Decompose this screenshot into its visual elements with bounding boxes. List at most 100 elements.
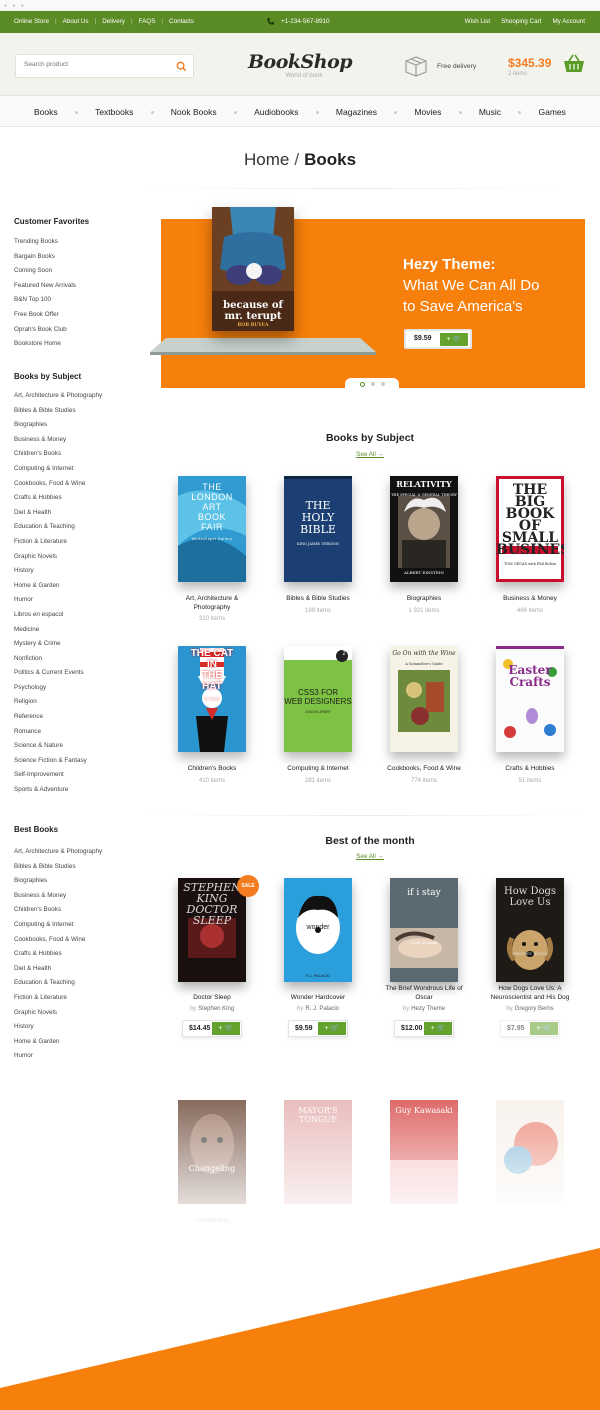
sidebar-link-subject[interactable]: Crafts & Hobbies xyxy=(14,494,144,509)
product-card[interactable]: wonder R.J. PALACIO Wonder Hardcover by R. J… xyxy=(268,878,368,1037)
author-name[interactable]: R. J. Palacio xyxy=(305,1006,339,1012)
slider-dot[interactable] xyxy=(380,382,385,386)
sidebar-link-subject[interactable]: Humor xyxy=(14,596,144,611)
sidebar-link-best[interactable]: Diet & Health xyxy=(14,965,144,980)
sidebar-link-subject[interactable]: Home & Garden xyxy=(14,582,144,597)
book-cover[interactable]: wonder R.J. PALACIO xyxy=(284,878,352,982)
subject-card[interactable]: CSS3 FOR WEB DESIGNERS A BOOK APART 2 Comput… xyxy=(268,646,368,784)
add-to-cart-button[interactable]: + 🛒 xyxy=(318,1022,346,1035)
subject-title[interactable]: Computing & Internet xyxy=(268,765,368,774)
sidebar-link-best[interactable]: Biographies xyxy=(14,877,144,892)
nav-textbooks[interactable]: Textbooks xyxy=(95,107,133,117)
top-link-online-store[interactable]: Online Store xyxy=(14,18,49,25)
book-cover[interactable]: THE CAT IN THE HAT Dr. Seuss xyxy=(178,646,246,752)
subject-card[interactable]: THE LONDON ART BOOK FAIR Whitechapel Gallery A… xyxy=(162,476,262,622)
sidebar-link-best[interactable]: Humor xyxy=(14,1052,144,1067)
slider-dot-active[interactable] xyxy=(359,381,365,387)
sidebar-link-best[interactable]: Graphic Novels xyxy=(14,1009,144,1024)
product-card[interactable]: STEPHEN KING DOCTOR SLEEP Doctor Sleep by Step… xyxy=(162,878,262,1037)
book-cover[interactable]: Go On with the Wine A Sommelier's Guide xyxy=(390,646,458,752)
subject-title[interactable]: Biographies xyxy=(374,595,474,604)
top-link-about[interactable]: About Us xyxy=(63,18,89,25)
subject-title[interactable]: Bibles & Bible Studies xyxy=(268,595,368,604)
book-cover[interactable]: CSS3 FOR WEB DESIGNERS A BOOK APART 2 xyxy=(284,646,352,752)
sidebar-link-favorites[interactable]: Free Book Offer xyxy=(14,311,144,326)
book-cover[interactable]: RELATIVITY THE SPECIAL & GENERAL THEORY AL… xyxy=(390,476,458,582)
sidebar-link-subject[interactable]: Reference xyxy=(14,713,144,728)
nav-music[interactable]: Music xyxy=(479,107,501,117)
sidebar-link-subject[interactable]: Romance xyxy=(14,728,144,743)
subject-title[interactable]: Business & Money xyxy=(480,595,580,604)
top-link-contacts[interactable]: Contacts xyxy=(169,18,194,25)
sidebar-link-favorites[interactable]: Bookstore Home xyxy=(14,340,144,355)
sidebar-link-subject[interactable]: Religion xyxy=(14,698,144,713)
product-title[interactable]: The Brief Wondrous Life of Oscar xyxy=(374,982,474,1002)
sidebar-link-favorites[interactable]: Oprah's Book Club xyxy=(14,326,144,341)
nav-movies[interactable]: Movies xyxy=(414,107,441,117)
author-name[interactable]: Gregory Berns xyxy=(515,1006,554,1012)
sidebar-link-subject[interactable]: Diet & Health xyxy=(14,509,144,524)
nav-games[interactable]: Games xyxy=(538,107,565,117)
sidebar-link-best[interactable]: Crafts & Hobbies xyxy=(14,950,144,965)
author-name[interactable]: Hezy Theme xyxy=(411,1006,445,1012)
sidebar-link-best[interactable]: Home & Garden xyxy=(14,1038,144,1053)
best-see-all-link[interactable]: See All → xyxy=(0,853,600,860)
sidebar-link-subject[interactable]: Graphic Novels xyxy=(14,553,144,568)
sidebar-link-subject[interactable]: History xyxy=(14,567,144,582)
sidebar-link-subject[interactable]: Nonfiction xyxy=(14,655,144,670)
subject-card[interactable]: RELATIVITY THE SPECIAL & GENERAL THEORY AL… xyxy=(374,476,474,614)
add-to-cart-button[interactable]: + 🛒 xyxy=(212,1022,240,1035)
shopping-cart-link[interactable]: Shooping Cart xyxy=(501,18,541,25)
sidebar-link-subject[interactable]: Fiction & Literature xyxy=(14,538,144,553)
book-cover[interactable]: STEPHEN KING DOCTOR SLEEP xyxy=(178,878,246,982)
author-name[interactable]: Stephen King xyxy=(198,1006,234,1012)
sidebar-link-favorites[interactable]: Bargain Books xyxy=(14,253,144,268)
nav-books[interactable]: Books xyxy=(34,107,58,117)
nav-nook-books[interactable]: Nook Books xyxy=(171,107,217,117)
subject-title[interactable]: Crafts & Hobbies xyxy=(480,765,580,774)
subjects-see-all-link[interactable]: See All → xyxy=(0,451,600,458)
sidebar-link-subject[interactable]: Politics & Current Events xyxy=(14,669,144,684)
sidebar-link-subject[interactable]: Education & Teaching xyxy=(14,523,144,538)
book-cover[interactable]: if i stay Gayle Forman xyxy=(390,878,458,982)
sidebar-link-subject[interactable]: Science & Nature xyxy=(14,742,144,757)
sidebar-link-best[interactable]: Cookbooks, Food & Wine xyxy=(14,936,144,951)
wish-list-link[interactable]: Wish List xyxy=(465,18,491,25)
sidebar-link-best[interactable]: Business & Money xyxy=(14,892,144,907)
sidebar-link-best[interactable]: Education & Teaching xyxy=(14,979,144,994)
my-account-link[interactable]: My Account xyxy=(552,18,585,25)
sidebar-link-subject[interactable]: Mystery & Crime xyxy=(14,640,144,655)
book-cover[interactable]: Easter Crafts xyxy=(496,646,564,752)
sidebar-link-best[interactable]: Computing & Internet xyxy=(14,921,144,936)
slider-dot[interactable] xyxy=(370,382,375,386)
sidebar-link-favorites[interactable]: B&N Top 100 xyxy=(14,296,144,311)
sidebar-link-best[interactable]: Bibles & Bible Studies xyxy=(14,863,144,878)
book-cover[interactable]: THE LONDON ART BOOK FAIR Whitechapel Gallery xyxy=(178,476,246,582)
top-link-delivery[interactable]: Delivery xyxy=(102,18,125,25)
sidebar-link-favorites[interactable]: Coming Soon xyxy=(14,267,144,282)
subject-card[interactable]: THEBIGBOOKOF SMALLBUSINESSTOM GEGAX with… xyxy=(480,476,580,614)
product-title[interactable]: Doctor Sleep xyxy=(162,982,262,1002)
nav-audiobooks[interactable]: Audiobooks xyxy=(254,107,298,117)
sidebar-link-best[interactable]: Children's Books xyxy=(14,906,144,921)
sidebar-link-subject[interactable]: Cookbooks, Food & Wine xyxy=(14,480,144,495)
banner-add-to-cart-button[interactable]: + 🛒 xyxy=(440,333,468,346)
product-title[interactable]: Wonder Hardcover xyxy=(268,982,368,1002)
book-cover[interactable]: THE HOLY BIBLE KING JAMES VERSION xyxy=(284,476,352,582)
product-title[interactable]: How Dogs Love Us: A Neuroscientist and H… xyxy=(480,982,580,1002)
sidebar-link-best[interactable]: History xyxy=(14,1023,144,1038)
sidebar-link-subject[interactable]: Psychology xyxy=(14,684,144,699)
nav-magazines[interactable]: Magazines xyxy=(336,107,377,117)
book-cover[interactable]: THEBIGBOOKOF SMALLBUSINESSTOM GEGAX with… xyxy=(496,476,564,582)
sidebar-link-subject[interactable]: Libros en espacol xyxy=(14,611,144,626)
sidebar-link-subject[interactable]: Bibles & Bible Studies xyxy=(14,407,144,422)
subject-title[interactable]: Art, Architecture & Photography xyxy=(162,595,262,612)
book-cover[interactable]: How Dogs Love Us GREGORY BERNS xyxy=(496,878,564,982)
breadcrumb-home[interactable]: Home xyxy=(244,150,289,169)
sidebar-link-subject[interactable]: Science Fiction & Fantasy xyxy=(14,757,144,772)
sidebar-link-subject[interactable]: Art, Architecture & Photography xyxy=(14,392,144,407)
basket-icon[interactable] xyxy=(563,54,585,74)
add-to-cart-button[interactable]: + 🛒 xyxy=(424,1022,452,1035)
sidebar-link-subject[interactable]: Computing & Internet xyxy=(14,465,144,480)
subject-card[interactable]: Easter Crafts Crafts & Hobbies 51 items xyxy=(480,646,580,784)
